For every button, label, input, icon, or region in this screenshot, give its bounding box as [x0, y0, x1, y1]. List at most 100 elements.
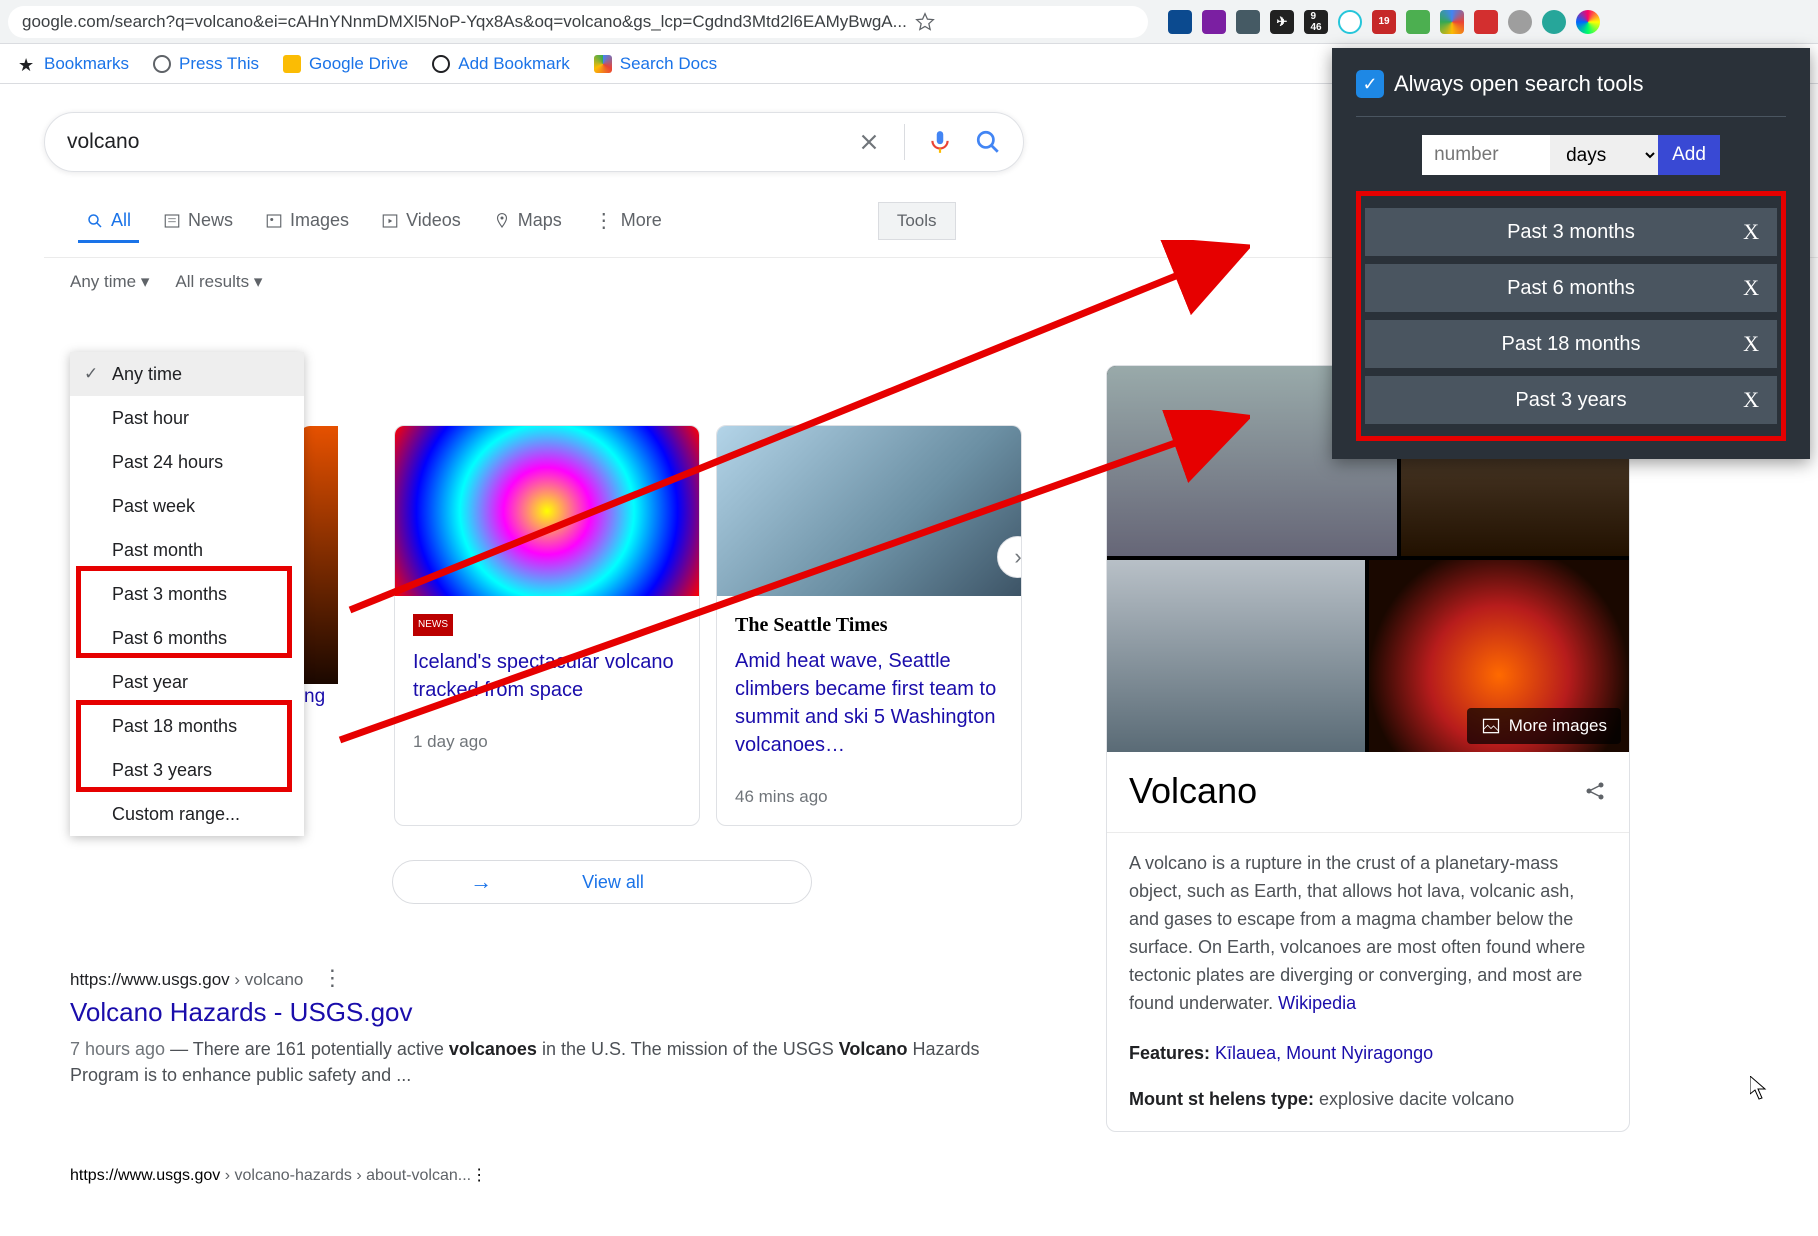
omnibox-url: google.com/search?q=volcano&ei=cAHnYNnmD… [22, 12, 907, 32]
remove-icon[interactable]: X [1743, 387, 1759, 413]
ext-row[interactable]: Past 3 monthsX [1365, 208, 1777, 256]
ext-input-row: days Add [1356, 135, 1786, 175]
news-card[interactable]: NEWS Iceland's spectacular volcano track… [394, 425, 700, 826]
time-option-6months[interactable]: Past 6 months [70, 616, 304, 660]
ext-icon[interactable] [1202, 10, 1226, 34]
remove-icon[interactable]: X [1743, 275, 1759, 301]
kp-helens-label: Mount st helens type: [1129, 1089, 1314, 1109]
add-button[interactable]: Add [1658, 135, 1720, 175]
tab-label: Images [290, 210, 349, 231]
time-option-month[interactable]: Past month [70, 528, 304, 572]
result-menu-icon[interactable]: ⋮ [321, 965, 343, 990]
ext-icon[interactable] [1236, 10, 1260, 34]
time-option-week[interactable]: Past week [70, 484, 304, 528]
kp-features-label: Features: [1129, 1043, 1210, 1063]
ext-icon[interactable] [1168, 10, 1192, 34]
bookmark-label: Press This [179, 54, 259, 74]
label: Past 18 months [1502, 333, 1641, 356]
time-option-18months[interactable]: Past 18 months [70, 704, 304, 748]
tab-label: Maps [518, 210, 562, 231]
folder-icon [283, 55, 301, 73]
bbc-news-logo: NEWS [413, 614, 453, 636]
ext-icon[interactable] [1338, 10, 1362, 34]
news-title: Amid heat wave, Seattle climbers became … [735, 647, 1003, 759]
ext-icon[interactable] [1542, 10, 1566, 34]
clear-icon[interactable] [856, 129, 882, 155]
kp-description: A volcano is a rupture in the crust of a… [1129, 853, 1585, 1013]
image-icon [265, 212, 283, 230]
ext-icon-active[interactable] [1576, 10, 1600, 34]
label: Past 6 months [1507, 277, 1635, 300]
tools-button[interactable]: Tools [878, 202, 956, 240]
result-title[interactable]: Volcano Hazards - USGS.gov [70, 997, 1020, 1028]
time-option-hour[interactable]: Past hour [70, 396, 304, 440]
label: View all [582, 872, 644, 893]
ext-icon[interactable] [1440, 10, 1464, 34]
number-input[interactable] [1422, 135, 1550, 175]
search-result: https://www.usgs.gov › volcano⋮ Volcano … [70, 965, 1020, 1088]
time-option-year[interactable]: Past year [70, 660, 304, 704]
tab-news[interactable]: News [147, 200, 249, 241]
tab-videos[interactable]: Videos [365, 200, 477, 241]
ext-title: Always open search tools [1394, 71, 1643, 97]
star-icon[interactable] [915, 12, 935, 32]
tab-all[interactable]: All [70, 200, 147, 241]
news-card-image-peek [300, 426, 338, 684]
ext-icon[interactable]: 946 [1304, 10, 1328, 34]
bookmark-item[interactable]: Google Drive [283, 54, 408, 74]
result-url[interactable]: https://www.usgs.gov › volcano-hazards ›… [70, 1165, 1020, 1185]
anytime-dropdown[interactable]: Any time ▾ [70, 272, 149, 292]
ext-icon[interactable]: 19 [1372, 10, 1396, 34]
result-menu-icon[interactable]: ⋮ [471, 1167, 487, 1184]
allresults-dropdown[interactable]: All results ▾ [175, 272, 262, 292]
label: All results [175, 272, 249, 291]
news-image [395, 426, 699, 596]
ext-row[interactable]: Past 3 yearsX [1365, 376, 1777, 424]
time-option-custom[interactable]: Custom range... [70, 792, 304, 836]
bookmark-item[interactable]: Press This [153, 54, 259, 74]
tab-maps[interactable]: Maps [477, 200, 578, 241]
bookmark-item[interactable]: ★Bookmarks [18, 54, 129, 74]
ext-icon[interactable]: ✈ [1270, 10, 1294, 34]
ext-icon[interactable] [1474, 10, 1498, 34]
checkbox-always-open[interactable]: ✓ [1356, 70, 1384, 98]
time-option-anytime[interactable]: Any time [70, 352, 304, 396]
search-icon[interactable] [975, 129, 1001, 155]
omnibox[interactable]: google.com/search?q=volcano&ei=cAHnYNnmD… [8, 6, 1148, 38]
kp-features-link[interactable]: Kīlauea, Mount Nyiragongo [1215, 1043, 1433, 1063]
remove-icon[interactable]: X [1743, 331, 1759, 357]
video-icon [381, 212, 399, 230]
tab-more[interactable]: ⋮More [578, 198, 678, 243]
mic-icon[interactable] [927, 126, 953, 158]
time-range-dropdown: Any time Past hour Past 24 hours Past we… [70, 352, 304, 836]
news-card[interactable]: The Seattle Times Amid heat wave, Seattl… [716, 425, 1022, 826]
unit-select[interactable]: days [1550, 135, 1658, 175]
globe-icon [432, 55, 450, 73]
more-images-button[interactable]: More images [1467, 708, 1621, 744]
ext-header: ✓ Always open search tools [1356, 70, 1786, 117]
bookmark-label: Add Bookmark [458, 54, 570, 74]
bookmark-item[interactable]: Add Bookmark [432, 54, 570, 74]
kp-image[interactable] [1107, 560, 1365, 752]
share-icon[interactable] [1583, 779, 1607, 803]
wikipedia-link[interactable]: Wikipedia [1278, 993, 1356, 1013]
extension-icons: ✈ 946 19 [1156, 10, 1612, 34]
time-option-3years[interactable]: Past 3 years [70, 748, 304, 792]
time-option-3months[interactable]: Past 3 months [70, 572, 304, 616]
camera-icon[interactable] [1508, 10, 1532, 34]
ext-row[interactable]: Past 6 months X [1365, 264, 1777, 312]
ext-row[interactable]: Past 18 months X [1365, 320, 1777, 368]
arrow-icon: → [470, 869, 492, 895]
tab-label: All [111, 210, 131, 231]
result-url[interactable]: https://www.usgs.gov › volcano⋮ [70, 965, 1020, 991]
search-result: https://www.usgs.gov › volcano-hazards ›… [70, 1165, 1020, 1185]
pin-icon [493, 212, 511, 230]
search-input[interactable] [67, 130, 856, 154]
view-all-button[interactable]: → View all [392, 860, 812, 904]
news-title: Iceland's spectacular volcano tracked fr… [413, 648, 681, 704]
tab-images[interactable]: Images [249, 200, 365, 241]
bookmark-item[interactable]: Search Docs [594, 54, 717, 74]
remove-icon[interactable]: X [1743, 219, 1759, 245]
time-option-24h[interactable]: Past 24 hours [70, 440, 304, 484]
ext-icon[interactable] [1406, 10, 1430, 34]
